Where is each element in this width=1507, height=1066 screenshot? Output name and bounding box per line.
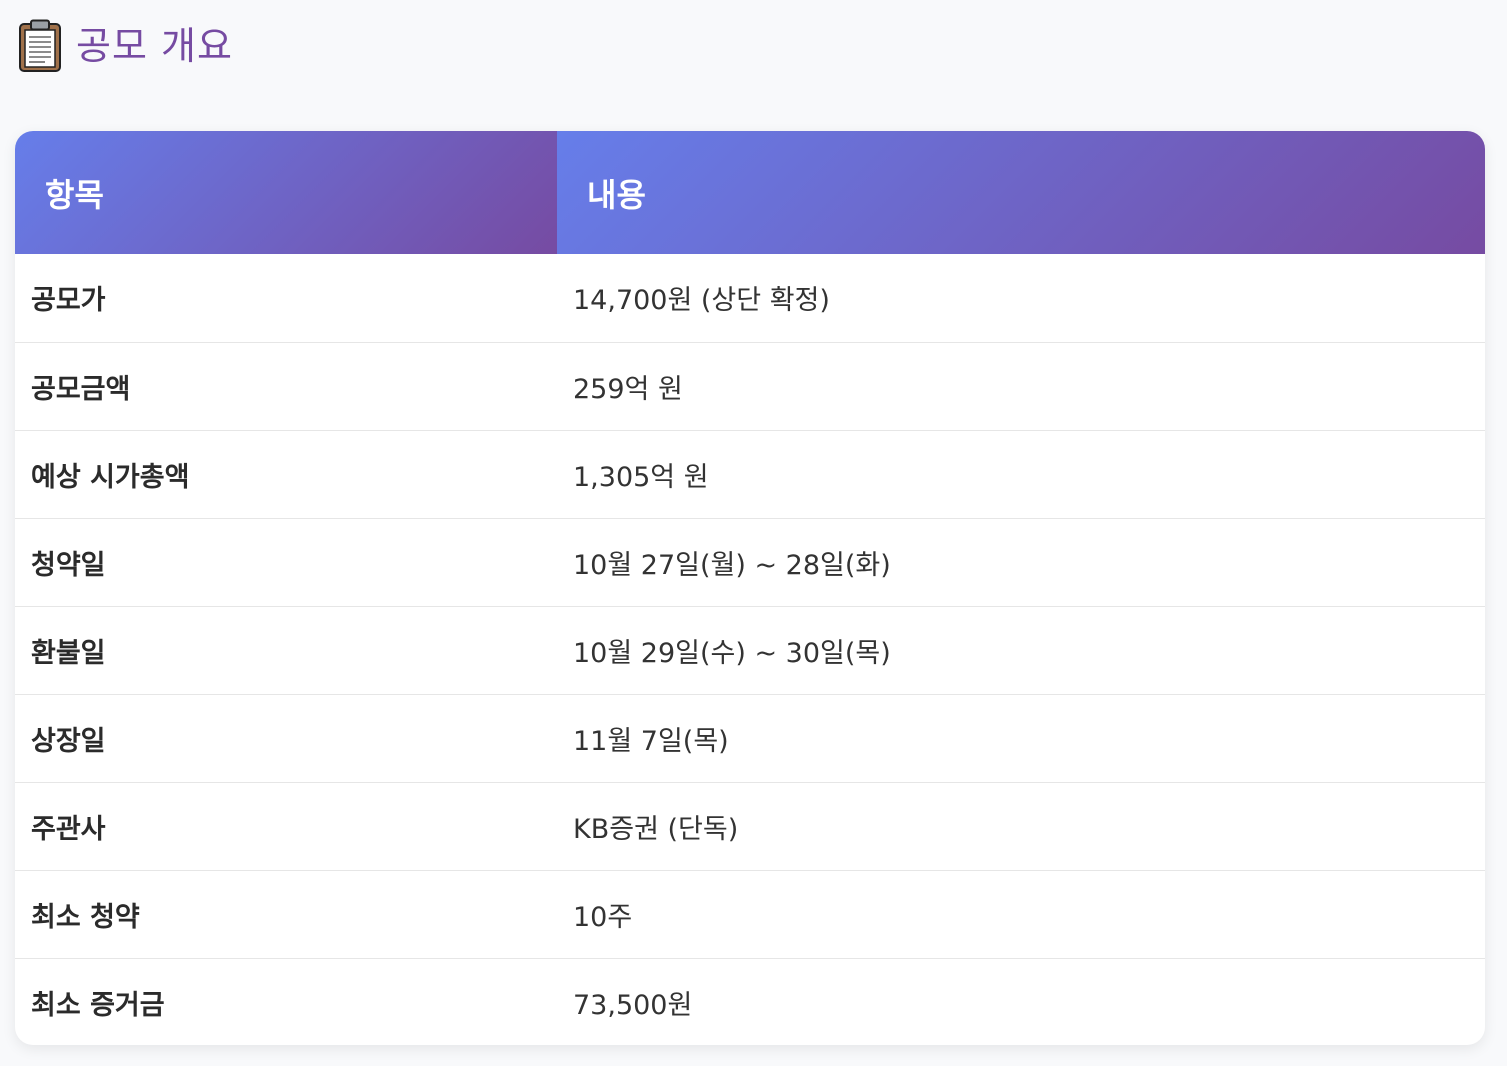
table-row: 환불일 10월 29일(수) ~ 30일(목)	[15, 605, 1485, 694]
row-value: 259억 원	[557, 341, 1485, 430]
row-item: 청약일	[15, 517, 557, 606]
table-header: 항목 내용	[15, 131, 1485, 254]
table-row: 주관사 KB증권 (단독)	[15, 781, 1485, 870]
ipo-summary-table: 항목 내용 공모가 14,700원 (상단 확정) 공모금액 259억 원 예상…	[15, 131, 1485, 1045]
summary-table: 항목 내용 공모가 14,700원 (상단 확정) 공모금액 259억 원 예상…	[15, 131, 1485, 1045]
row-value: 10월 29일(수) ~ 30일(목)	[557, 605, 1485, 694]
row-item: 예상 시가총액	[15, 429, 557, 518]
row-item: 상장일	[15, 693, 557, 782]
table-row: 청약일 10월 27일(월) ~ 28일(화)	[15, 517, 1485, 606]
table-row: 공모가 14,700원 (상단 확정)	[15, 254, 1485, 342]
header-content: 내용	[557, 131, 1485, 254]
row-item: 환불일	[15, 605, 557, 694]
row-value: 73,500원	[557, 957, 1485, 1045]
table-row: 공모금액 259억 원	[15, 341, 1485, 430]
header-item: 항목	[15, 131, 557, 254]
row-item: 주관사	[15, 781, 557, 870]
row-value: KB증권 (단독)	[557, 781, 1485, 870]
row-value: 10월 27일(월) ~ 28일(화)	[557, 517, 1485, 606]
row-value: 14,700원 (상단 확정)	[573, 285, 830, 317]
row-item: 공모금액	[15, 341, 557, 430]
table-row: 예상 시가총액 1,305억 원	[15, 429, 1485, 518]
table-row: 상장일 11월 7일(목)	[15, 693, 1485, 782]
row-item: 최소 증거금	[15, 957, 557, 1045]
table-body: 공모가 14,700원 (상단 확정) 공모금액 259억 원 예상 시가총액 …	[15, 254, 1485, 1045]
row-item: 최소 청약	[15, 869, 557, 958]
page-title: 공모 개요	[76, 24, 233, 68]
section-heading: 공모 개요	[18, 18, 233, 74]
table-row: 최소 증거금 73,500원	[15, 957, 1485, 1045]
row-item: 공모가	[31, 285, 106, 317]
header-row: 항목 내용	[15, 131, 1485, 254]
table-row: 최소 청약 10주	[15, 869, 1485, 958]
row-value: 11월 7일(목)	[557, 693, 1485, 782]
row-value: 10주	[557, 869, 1485, 958]
row-value: 1,305억 원	[557, 429, 1485, 518]
clipboard-icon	[19, 19, 61, 72]
page: 공모 개요 항목 내용 공모가 14,700원 (상단 확정) 공모금액 259…	[0, 0, 1507, 1066]
